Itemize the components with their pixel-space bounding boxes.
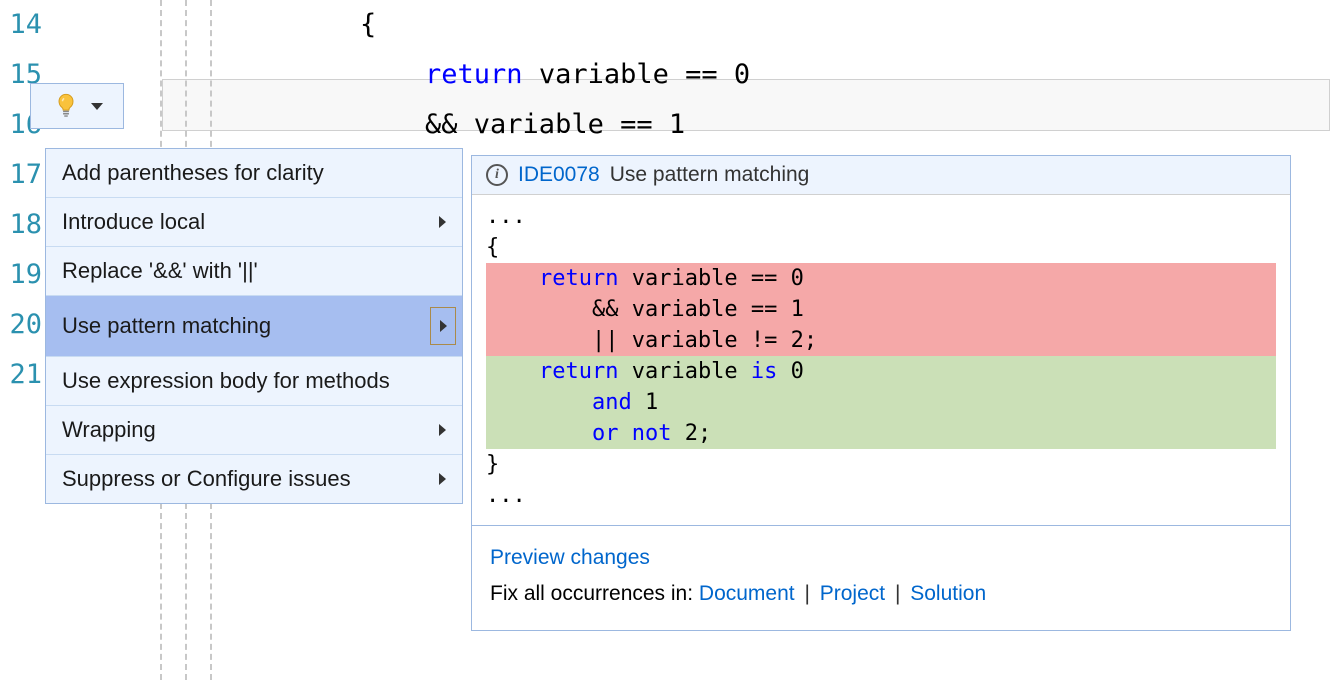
diff-added-line: return variable is 0: [486, 356, 1276, 387]
submenu-indicator: [430, 307, 456, 345]
menu-item-label: Suppress or Configure issues: [62, 466, 351, 492]
fix-document-link[interactable]: Document: [699, 582, 795, 605]
diff-context: {: [486, 232, 1276, 263]
preview-changes-link[interactable]: Preview changes: [490, 546, 650, 569]
menu-item-introduce-local[interactable]: Introduce local: [46, 198, 462, 247]
line-number: 14: [0, 0, 160, 50]
brace: {: [360, 9, 376, 40]
chevron-right-icon: [439, 473, 446, 485]
diff-context: ...: [486, 201, 1276, 232]
diff-removed-line: || variable != 2;: [486, 325, 1276, 356]
menu-item-label: Use expression body for methods: [62, 368, 390, 394]
rule-title: Use pattern matching: [610, 163, 810, 187]
chevron-right-icon: [440, 320, 447, 332]
fix-solution-link[interactable]: Solution: [910, 582, 986, 605]
menu-item-label: Replace '&&' with '||': [62, 258, 258, 284]
code-line[interactable]: {: [160, 0, 1335, 50]
chevron-down-icon: [91, 103, 103, 110]
code-fix-preview-panel: i IDE0078 Use pattern matching ... { ret…: [471, 155, 1291, 631]
menu-item-label: Wrapping: [62, 417, 156, 443]
menu-item-label: Use pattern matching: [62, 313, 271, 339]
rule-id-link[interactable]: IDE0078: [518, 163, 600, 187]
chevron-right-icon: [439, 424, 446, 436]
chevron-right-icon: [439, 216, 446, 228]
diff-context: ...: [486, 480, 1276, 511]
menu-item-label: Introduce local: [62, 209, 205, 235]
diff-removed-line: return variable == 0: [486, 263, 1276, 294]
separator: |: [799, 582, 816, 605]
diff-added-line: and 1: [486, 387, 1276, 418]
menu-item-use-expression-body[interactable]: Use expression body for methods: [46, 357, 462, 406]
fix-project-link[interactable]: Project: [820, 582, 885, 605]
code-text: variable == 0: [523, 59, 751, 90]
keyword-return: return: [425, 59, 523, 90]
code-text: && variable == 1: [360, 109, 685, 140]
menu-item-replace-and-or[interactable]: Replace '&&' with '||': [46, 247, 462, 296]
diff-removed-line: && variable == 1: [486, 294, 1276, 325]
preview-header: i IDE0078 Use pattern matching: [472, 156, 1290, 195]
menu-item-add-parentheses[interactable]: Add parentheses for clarity: [46, 149, 462, 198]
separator: |: [889, 582, 906, 605]
preview-footer: Preview changes Fix all occurrences in: …: [472, 525, 1290, 630]
lightbulb-icon: [52, 92, 80, 120]
info-icon: i: [486, 164, 508, 186]
diff-context: }: [486, 449, 1276, 480]
quick-actions-menu: Add parentheses for clarity Introduce lo…: [45, 148, 463, 504]
code-line[interactable]: && variable == 1: [160, 100, 1335, 150]
diff-added-line: or not 2;: [486, 418, 1276, 449]
menu-item-wrapping[interactable]: Wrapping: [46, 406, 462, 455]
menu-item-suppress-configure[interactable]: Suppress or Configure issues: [46, 455, 462, 503]
fix-occurrences-label: Fix all occurrences in:: [490, 582, 699, 605]
quick-actions-lightbulb[interactable]: [30, 83, 124, 129]
diff-preview: ... { return variable == 0 && variable =…: [472, 195, 1290, 525]
code-line[interactable]: return variable == 0: [160, 50, 1335, 100]
menu-item-label: Add parentheses for clarity: [62, 160, 324, 186]
menu-item-use-pattern-matching[interactable]: Use pattern matching: [46, 296, 462, 357]
